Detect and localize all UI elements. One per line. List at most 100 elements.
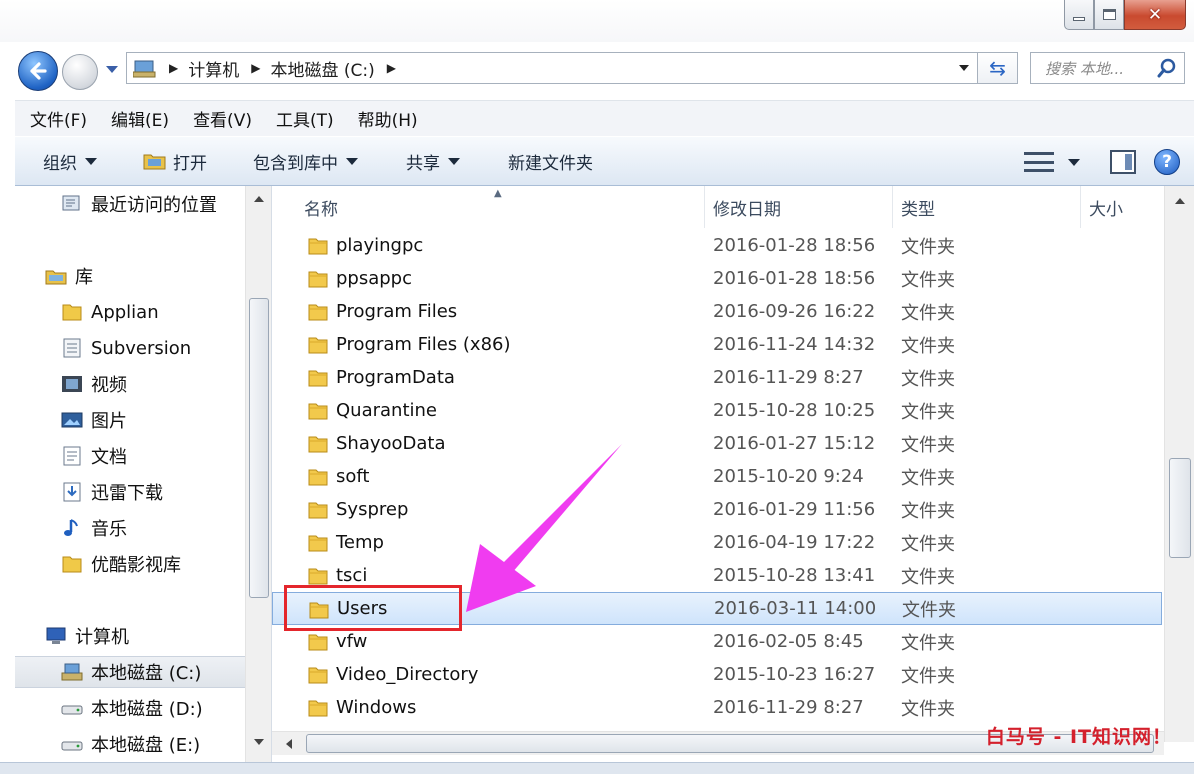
menu-tools[interactable]: 工具(T) xyxy=(276,106,334,131)
file-date: 2016-11-24 14:32 xyxy=(713,334,876,355)
nav-drive-label: 本地磁盘 (D:) xyxy=(91,699,203,720)
menu-help[interactable]: 帮助(H) xyxy=(358,106,418,131)
file-type: 文件夹 xyxy=(901,632,955,654)
column-date[interactable]: 修改日期 xyxy=(704,186,892,228)
menu-edit[interactable]: 编辑(E) xyxy=(111,106,169,131)
nav-recent-label: 最近访问的位置 xyxy=(91,195,217,216)
nav-library-item[interactable]: 优酷影视库 xyxy=(61,548,181,580)
command-bar: 组织 打开 包含到库中 共享 新建文件夹 ? xyxy=(15,136,1194,186)
back-button[interactable] xyxy=(18,51,58,91)
scroll-up-icon[interactable] xyxy=(1175,198,1185,204)
refresh-button[interactable]: ⇆ xyxy=(978,52,1018,84)
minimize-button[interactable] xyxy=(1064,0,1094,30)
nav-drive-d[interactable]: 本地磁盘 (D:) xyxy=(61,692,203,724)
column-type[interactable]: 类型 xyxy=(892,186,1080,228)
organize-button[interactable]: 组织 xyxy=(43,149,97,174)
table-row[interactable]: playingpc 2016-01-28 18:56 文件夹 xyxy=(272,229,1162,262)
minimize-icon xyxy=(1073,16,1085,21)
folder-icon xyxy=(308,535,328,552)
table-row[interactable]: Program Files (x86) 2016-11-24 14:32 文件夹 xyxy=(272,328,1162,361)
table-row[interactable]: Quarantine 2015-10-28 10:25 文件夹 xyxy=(272,394,1162,427)
scroll-down-icon[interactable] xyxy=(254,739,264,745)
nav-library-item[interactable]: 视频 xyxy=(61,368,127,400)
preview-pane-icon[interactable] xyxy=(1110,150,1136,174)
nav-drive-c[interactable]: 本地磁盘 (C:) xyxy=(15,656,245,688)
nav-computer-label: 计算机 xyxy=(75,627,129,648)
help-icon[interactable]: ? xyxy=(1154,149,1180,175)
command-bar-right: ? xyxy=(1024,137,1194,187)
file-type: 文件夹 xyxy=(901,665,955,687)
nav-library-item[interactable]: 图片 xyxy=(61,404,127,436)
nav-library-item[interactable]: 迅雷下载 xyxy=(61,476,163,508)
column-size[interactable]: 大小 xyxy=(1080,186,1164,228)
status-bar xyxy=(0,762,1194,774)
folder-icon xyxy=(308,238,328,255)
table-row[interactable]: Sysprep 2016-01-29 11:56 文件夹 xyxy=(272,493,1162,526)
forward-button[interactable] xyxy=(62,54,98,90)
watermark-part2: IT知识网！ xyxy=(1069,726,1172,748)
chevron-down-icon xyxy=(346,157,358,165)
search-box[interactable]: 搜索 本地... xyxy=(1030,52,1185,84)
nav-library-item[interactable]: Applian xyxy=(61,296,159,328)
scroll-up-icon[interactable] xyxy=(254,196,264,202)
nav-computer[interactable]: 计算机 xyxy=(45,620,129,652)
file-name: Sysprep xyxy=(336,499,409,520)
file-type: 文件夹 xyxy=(901,335,955,357)
nav-drive-e[interactable]: 本地磁盘 (E:) xyxy=(61,728,200,760)
file-date: 2015-10-23 16:27 xyxy=(713,664,876,685)
search-input[interactable]: 搜索 本地... xyxy=(1045,58,1156,79)
nav-library-item[interactable]: 音乐 xyxy=(61,512,127,544)
breadcrumb-computer[interactable]: 计算机 xyxy=(188,56,239,81)
table-row[interactable]: soft 2015-10-20 9:24 文件夹 xyxy=(272,460,1162,493)
recent-places-icon xyxy=(61,194,83,214)
file-name: Windows xyxy=(336,697,417,718)
table-row[interactable]: ppsappc 2016-01-28 18:56 文件夹 xyxy=(272,262,1162,295)
share-button[interactable]: 共享 xyxy=(406,149,460,174)
nav-scrollbar[interactable] xyxy=(245,186,271,774)
table-row[interactable]: ProgramData 2016-11-29 8:27 文件夹 xyxy=(272,361,1162,394)
close-button[interactable]: ✕ xyxy=(1124,0,1186,30)
nav-recent-places[interactable]: 最近访问的位置 xyxy=(61,188,217,220)
nav-scroll-thumb[interactable] xyxy=(249,298,269,598)
scroll-left-icon[interactable] xyxy=(286,739,292,749)
view-options-icon[interactable] xyxy=(1024,152,1054,172)
breadcrumb-separator-icon[interactable]: ▶ xyxy=(387,61,396,75)
file-name: Program Files (x86) xyxy=(336,334,511,355)
nav-libraries[interactable]: 库 xyxy=(45,260,93,292)
search-icon[interactable] xyxy=(1156,57,1178,79)
breadcrumb-separator-icon[interactable]: ▶ xyxy=(251,61,260,75)
file-list: ▲ 名称 修改日期 类型 大小 playingpc 2016-01-28 18:5… xyxy=(272,186,1194,774)
table-row[interactable]: ShayooData 2016-01-27 15:12 文件夹 xyxy=(272,427,1162,460)
file-name: Video_Directory xyxy=(336,664,479,685)
table-row[interactable]: Temp 2016-04-19 17:22 文件夹 xyxy=(272,526,1162,559)
address-bar[interactable]: ▶ 计算机 ▶ 本地磁盘 (C:) ▶ xyxy=(126,52,978,84)
open-button[interactable]: 打开 xyxy=(143,149,207,174)
file-name: tsci xyxy=(336,565,368,586)
history-dropdown-icon[interactable] xyxy=(106,66,118,73)
download-icon xyxy=(61,482,83,502)
documents-icon xyxy=(61,446,83,466)
breadcrumb-local-disk-c[interactable]: 本地磁盘 (C:) xyxy=(270,56,374,81)
vertical-scrollbar[interactable] xyxy=(1164,186,1194,742)
new-folder-button[interactable]: 新建文件夹 xyxy=(508,149,593,174)
column-name[interactable]: 名称 xyxy=(272,186,704,228)
nav-library-label: 音乐 xyxy=(91,519,127,540)
nav-library-item[interactable]: Subversion xyxy=(61,332,191,364)
include-in-library-button[interactable]: 包含到库中 xyxy=(253,149,358,174)
open-folder-icon xyxy=(143,151,167,171)
nav-library-item[interactable]: 文档 xyxy=(61,440,127,472)
menu-file[interactable]: 文件(F) xyxy=(30,106,87,131)
file-date: 2016-01-27 15:12 xyxy=(713,433,876,454)
view-chevron-down-icon[interactable] xyxy=(1068,158,1080,166)
file-type: 文件夹 xyxy=(901,566,955,588)
address-dropdown-icon[interactable] xyxy=(959,65,969,71)
maximize-button[interactable] xyxy=(1094,0,1124,30)
vertical-scroll-thumb[interactable] xyxy=(1169,458,1191,558)
table-row[interactable]: Windows 2016-11-29 8:27 文件夹 xyxy=(272,691,1162,724)
menu-view[interactable]: 查看(V) xyxy=(193,106,252,131)
include-library-label: 包含到库中 xyxy=(253,153,338,174)
table-row[interactable]: Program Files 2016-09-26 16:22 文件夹 xyxy=(272,295,1162,328)
column-name-label: 名称 xyxy=(304,199,338,220)
breadcrumb-separator-icon[interactable]: ▶ xyxy=(169,61,178,75)
table-row[interactable]: Video_Directory 2015-10-23 16:27 文件夹 xyxy=(272,658,1162,691)
